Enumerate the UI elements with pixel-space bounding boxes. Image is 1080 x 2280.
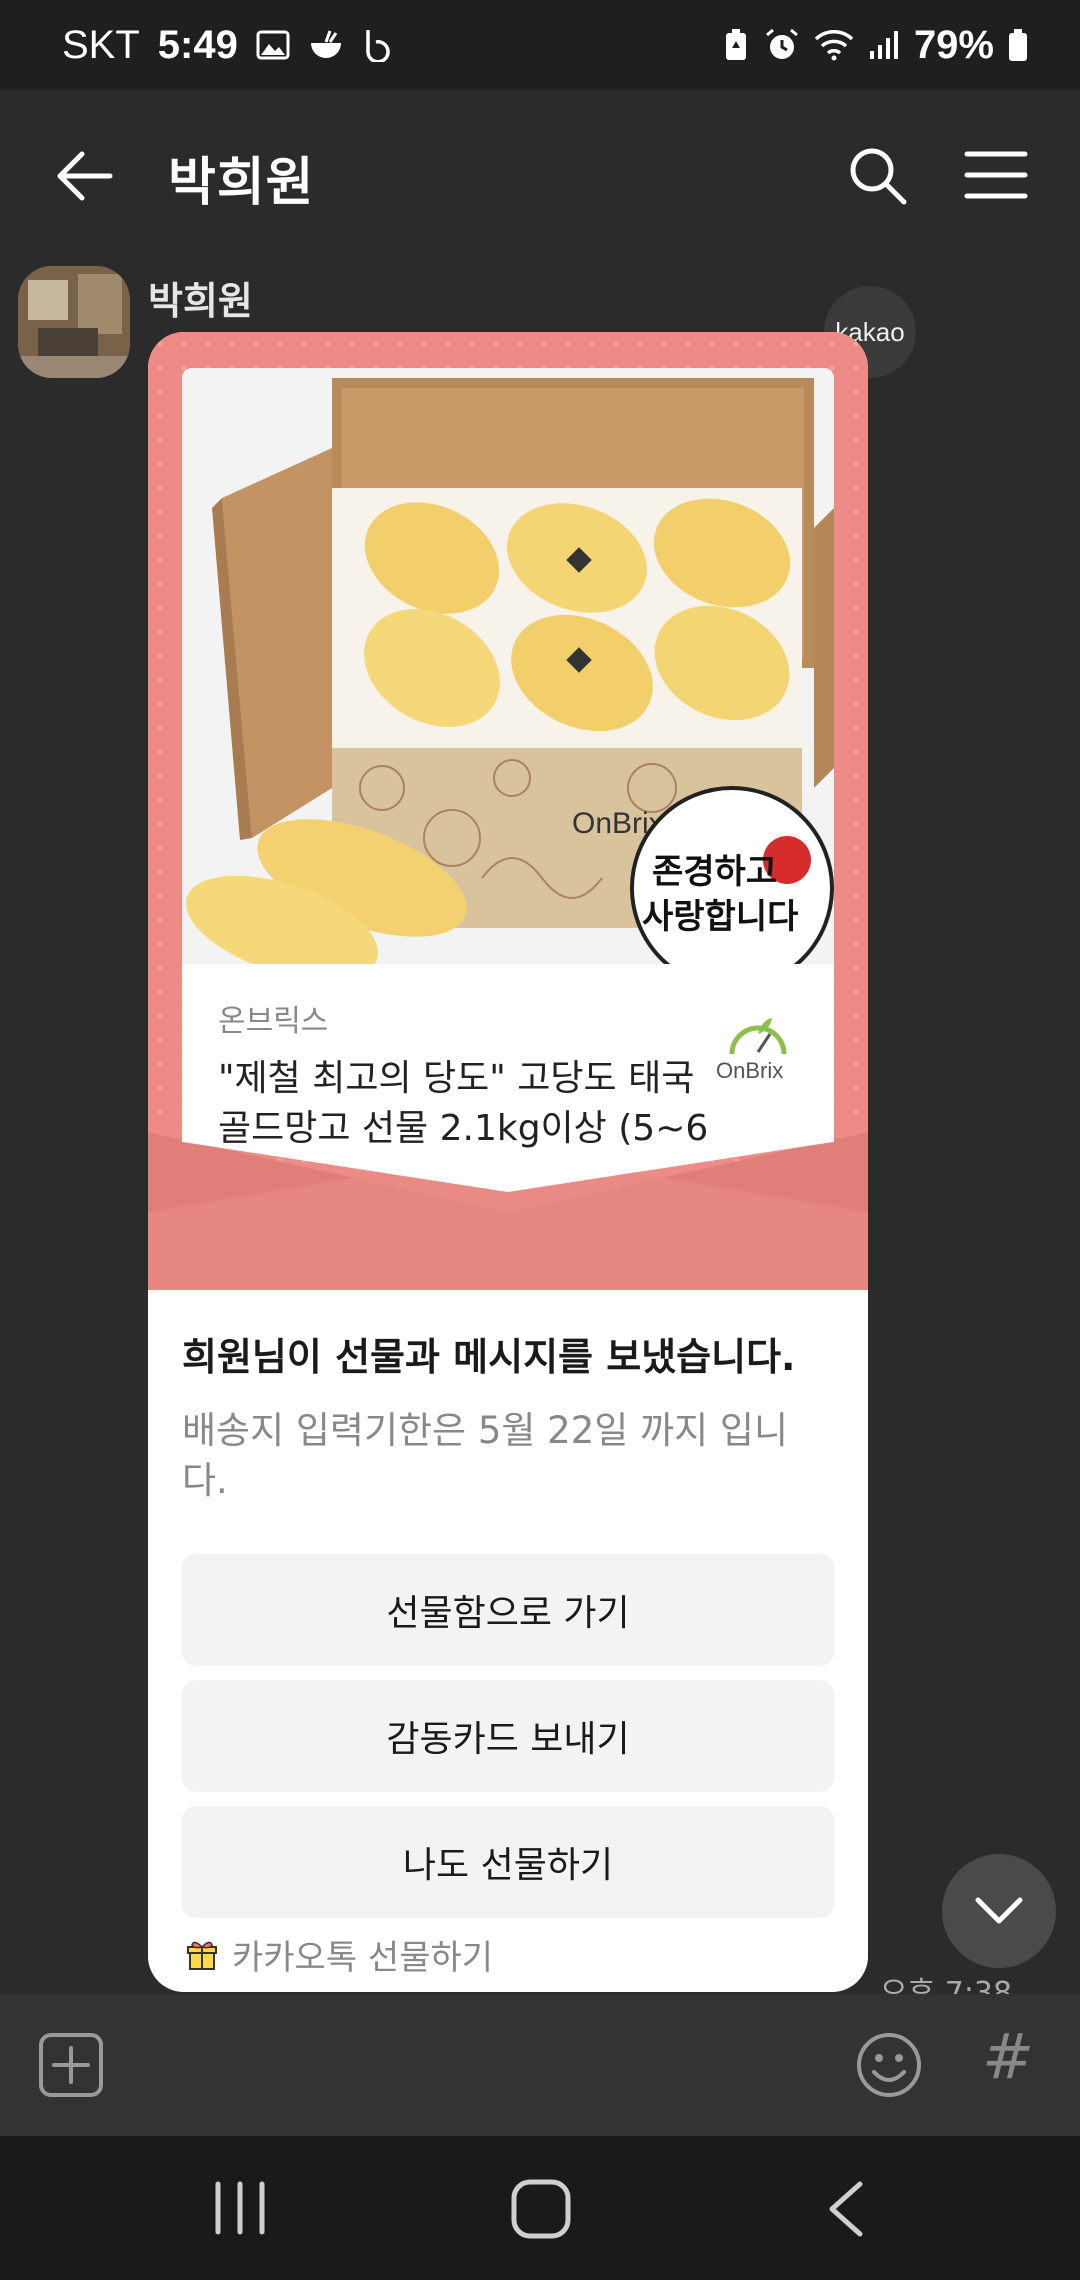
- avatar-photo: [18, 266, 130, 378]
- arrow-left-icon: [57, 151, 113, 201]
- b-app-icon: [362, 28, 394, 62]
- gift-service-label: 카카오톡 선물하기: [232, 1938, 494, 1978]
- status-left: SKT 5:49: [62, 23, 394, 68]
- product-image[interactable]: OnBrix 존경하고 사랑합니다: [182, 368, 834, 964]
- message-input-bar: #: [0, 1994, 1080, 2136]
- search-button[interactable]: [846, 144, 910, 208]
- menu-button[interactable]: [964, 150, 1028, 200]
- smiley-icon: [857, 2033, 921, 2097]
- brand-logo-text: OnBrix: [716, 1058, 783, 1083]
- gift-box-icon: [187, 1941, 217, 1970]
- bowl-icon: [308, 29, 344, 61]
- clock: 5:49: [157, 22, 238, 67]
- brand-label: 온브릭스: [218, 1004, 329, 1039]
- hamburger-menu-icon: [964, 151, 1028, 199]
- battery-percent: 79%: [913, 22, 994, 67]
- home-button[interactable]: [510, 2178, 572, 2240]
- send-thank-card-button[interactable]: 감동카드 보내기: [182, 1680, 834, 1792]
- chat-title: 박희원: [168, 153, 315, 213]
- recent-apps-button[interactable]: [212, 2180, 268, 2236]
- carrier-label: SKT: [62, 22, 140, 67]
- card-header-pattern: OnBrix 존경하고 사랑합니다 온브릭스 "제철 최고의 당도" 고당도 태…: [148, 332, 868, 1292]
- delivery-deadline-text: 배송지 입력기한은 5월 22일 까지 입니다.: [182, 1409, 788, 1502]
- onbrix-logo-icon: OnBrix: [716, 1018, 787, 1083]
- gallery-icon: [256, 30, 290, 60]
- recent-apps-icon: [215, 2181, 265, 2235]
- scroll-to-bottom-button[interactable]: [942, 1854, 1056, 1968]
- sticker-line1: 존경하고: [652, 852, 777, 892]
- plus-square-icon: [39, 2033, 103, 2097]
- sender-name: 박희원: [148, 279, 253, 323]
- sticker-line2: 사랑합니다: [642, 897, 798, 937]
- gift-service-footer[interactable]: 카카오톡 선물하기: [186, 1930, 493, 1979]
- go-to-gift-box-button[interactable]: 선물함으로 가기: [182, 1554, 834, 1666]
- send-gift-too-button[interactable]: 나도 선물하기: [182, 1806, 834, 1918]
- message-title: 희원님이 선물과 메시지를 보냈습니다.: [182, 1335, 796, 1379]
- sender-avatar[interactable]: [18, 266, 130, 378]
- signal-icon: [868, 29, 900, 61]
- system-back-button[interactable]: [822, 2180, 868, 2238]
- product-title: "제철 최고의 당도" 고당도 태국 골드망고 선물 2.1kg이상 (5~6: [218, 1058, 709, 1149]
- chat-header: 박희원: [0, 90, 1080, 260]
- search-icon: [850, 148, 907, 205]
- home-icon: [511, 2179, 571, 2239]
- gift-message-card[interactable]: OnBrix 존경하고 사랑합니다 온브릭스 "제철 최고의 당도" 고당도 태…: [148, 332, 868, 1992]
- back-button[interactable]: [52, 148, 116, 204]
- status-right: 79%: [722, 23, 1028, 68]
- mango-gift-box-illustration: OnBrix 존경하고 사랑합니다: [182, 368, 834, 964]
- status-bar: SKT 5:49 79%: [0, 0, 1080, 90]
- emoticon-button[interactable]: [854, 2030, 924, 2100]
- battery-icon: [1008, 28, 1028, 62]
- card-body: 희원님이 선물과 메시지를 보냈습니다. 배송지 입력기한은 5월 22일 까지…: [148, 1290, 868, 1992]
- hashtag-button[interactable]: #: [982, 2020, 1034, 2093]
- battery-saver-icon: [722, 28, 750, 62]
- attach-button[interactable]: [38, 2032, 104, 2098]
- chevron-down-icon: [975, 1897, 1023, 1924]
- alarm-icon: [764, 27, 800, 63]
- back-chevron-icon: [829, 2181, 863, 2237]
- system-nav-bar: [0, 2136, 1080, 2280]
- wifi-icon: [814, 29, 854, 61]
